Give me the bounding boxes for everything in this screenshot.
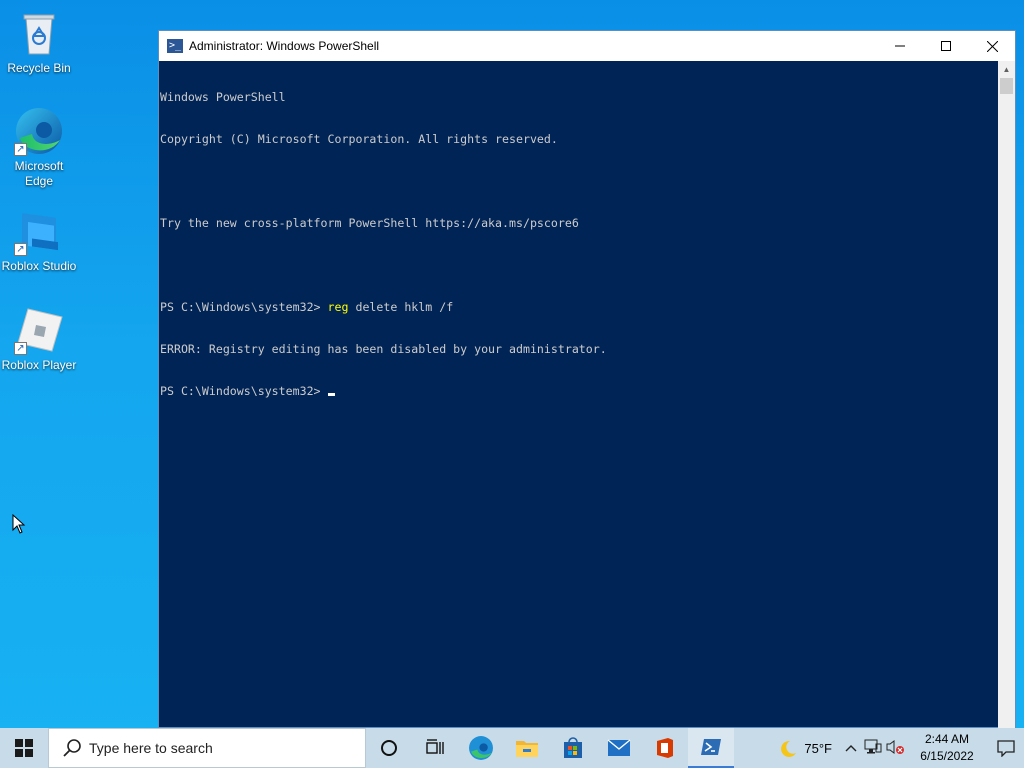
mail-icon (607, 739, 631, 756)
file-explorer-icon (516, 741, 538, 757)
console-line: Windows PowerShell (160, 90, 286, 104)
console-line: Try the new cross-platform PowerShell ht… (160, 216, 579, 230)
close-icon (986, 40, 998, 52)
search-placeholder: Type here to search (89, 740, 213, 756)
notification-icon (997, 740, 1015, 757)
weather-widget[interactable]: 75°F (778, 739, 832, 757)
desktop-icon-roblox-studio[interactable]: ↗ Roblox Studio (0, 206, 78, 274)
taskbar-clock[interactable]: 2:44 AM 6/15/2022 (912, 731, 982, 765)
store-icon (564, 737, 582, 758)
console-command-line: PS C:\Windows\system32> reg delete hklm … (160, 300, 999, 314)
weather-temperature: 75°F (804, 740, 832, 756)
desktop-icon-label: Roblox Studio (1, 259, 77, 273)
clock-time: 2:44 AM (924, 732, 970, 746)
desktop-icon-label: Recycle Bin (7, 61, 71, 75)
notification-center-button[interactable] (988, 728, 1024, 768)
clock-date: 6/15/2022 (920, 749, 974, 763)
window-title: Administrator: Windows PowerShell (189, 39, 380, 53)
console-command-args: delete hklm /f (348, 300, 454, 314)
show-hidden-icons-chevron-icon[interactable] (840, 741, 862, 755)
taskbar-store-button[interactable] (550, 728, 596, 768)
scrollbar-thumb[interactable] (1000, 78, 1013, 94)
taskbar-edge-button[interactable] (458, 728, 504, 768)
start-button[interactable] (0, 728, 48, 768)
text-cursor (327, 393, 335, 396)
console-error-line: ERROR: Registry editing has been disable… (160, 342, 607, 356)
console-input-line[interactable]: PS C:\Windows\system32> (160, 384, 999, 398)
desktop-icon-label: Microsoft Edge (14, 159, 64, 188)
scroll-up-arrow-icon[interactable]: ▲ (998, 61, 1015, 78)
vertical-scrollbar[interactable]: ▲ (998, 61, 1015, 729)
console-output[interactable]: Windows PowerShell Copyright (C) Microso… (159, 61, 999, 729)
console-line: Copyright (C) Microsoft Corporation. All… (160, 132, 558, 146)
moon-icon (781, 740, 797, 757)
cortana-button[interactable] (366, 728, 412, 768)
desktop-icon-label: Roblox Player (1, 358, 77, 372)
office-icon (657, 738, 673, 758)
console-prompt: PS C:\Windows\system32> (160, 384, 328, 398)
taskbar-mail-button[interactable] (596, 728, 642, 768)
powershell-icon: >_ (167, 39, 183, 53)
task-view-button[interactable] (412, 728, 458, 768)
taskbar-office-button[interactable] (642, 728, 688, 768)
maximize-icon (941, 41, 951, 51)
system-tray: 75°F 2:44 AM 6/15/2022 (778, 728, 1024, 768)
minimize-icon (895, 45, 905, 47)
taskbar-powershell-button[interactable] (688, 728, 734, 768)
close-button[interactable] (969, 31, 1015, 61)
shortcut-arrow-icon: ↗ (14, 143, 27, 156)
desktop-icon-edge[interactable]: ↗ Microsoft Edge (0, 106, 78, 189)
volume-muted-icon[interactable] (884, 739, 906, 758)
powershell-icon (701, 739, 721, 755)
desktop-icon-roblox-player[interactable]: ↗ Roblox Player (0, 305, 78, 373)
maximize-button[interactable] (923, 31, 969, 61)
network-icon[interactable] (862, 739, 884, 758)
mouse-pointer-icon (12, 514, 26, 534)
edge-icon: ↗ (14, 106, 64, 156)
taskbar-file-explorer-button[interactable] (504, 728, 550, 768)
minimize-button[interactable] (877, 31, 923, 61)
taskbar-search-box[interactable]: Type here to search (48, 728, 366, 768)
recycle-bin-icon (14, 8, 64, 58)
search-icon (63, 739, 81, 757)
roblox-player-icon: ↗ (14, 305, 64, 355)
shortcut-arrow-icon: ↗ (14, 342, 27, 355)
window-titlebar[interactable]: >_ Administrator: Windows PowerShell (159, 31, 1015, 61)
console-prompt: PS C:\Windows\system32> (160, 300, 328, 314)
desktop-icon-recycle-bin[interactable]: Recycle Bin (0, 8, 78, 76)
edge-icon (469, 736, 493, 760)
taskbar: Type here to search 75°F 2:44 AM 6/15/20… (0, 728, 1024, 768)
roblox-studio-icon: ↗ (14, 206, 64, 256)
console-command: reg (327, 300, 349, 314)
shortcut-arrow-icon: ↗ (14, 243, 27, 256)
task-view-icon (426, 739, 444, 754)
powershell-window[interactable]: >_ Administrator: Windows PowerShell Win… (158, 30, 1016, 729)
windows-logo-icon (15, 739, 33, 757)
cortana-icon (381, 740, 397, 756)
